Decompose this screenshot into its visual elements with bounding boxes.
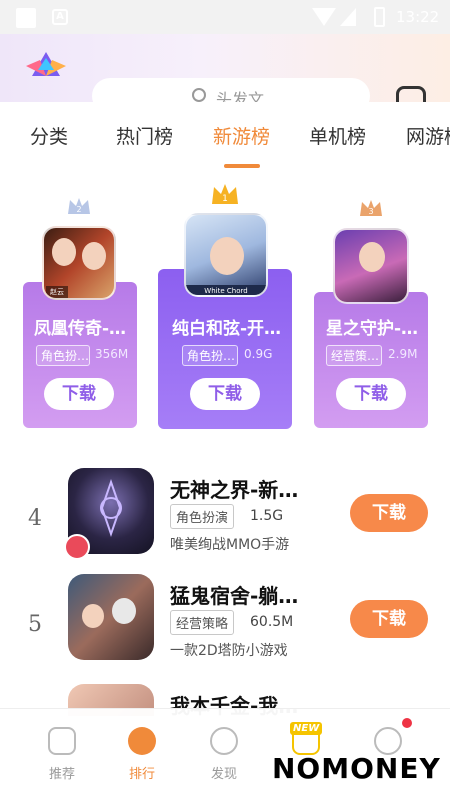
- podium-rank-1: 1: [222, 194, 228, 204]
- podium-size-1: 0.9G: [244, 347, 273, 361]
- wifi-icon: [312, 8, 336, 26]
- list-item[interactable]: 5 猛鬼宿舍-躺… 经营策略 60.5M 一款2D塔防小游戏 下载: [0, 568, 450, 676]
- a-icon: A: [52, 9, 68, 25]
- rank-icon: [128, 727, 156, 755]
- download-button[interactable]: 下载: [350, 600, 428, 638]
- battery-icon: [374, 7, 385, 27]
- game-icon[interactable]: [333, 228, 409, 304]
- watermark: NOMONEY: [272, 752, 441, 785]
- icon-caption: White Chord: [186, 285, 266, 295]
- app-logo-icon[interactable]: [26, 48, 66, 78]
- compass-icon: [210, 727, 238, 755]
- download-button[interactable]: 下载: [350, 494, 428, 532]
- podium-size-2: 356M: [95, 347, 129, 361]
- podium-rank-3: 3: [368, 207, 373, 216]
- game-description: 一款2D塔防小游戏: [170, 643, 288, 659]
- rank-tabs: 分类 热门榜 新游榜 单机榜 网游榜: [0, 102, 450, 162]
- notification-dot: [402, 718, 412, 728]
- file-size: 60.5M: [250, 614, 294, 630]
- gamepad-icon: [48, 727, 76, 755]
- podium-tag-1: 角色扮…: [182, 345, 238, 366]
- nav-discover[interactable]: 发现: [192, 727, 256, 782]
- file-size: 1.5G: [250, 508, 284, 524]
- notification-icon: [16, 8, 36, 28]
- gold-crown-icon: 1: [212, 184, 238, 204]
- signal-icon: [340, 8, 356, 26]
- download-button[interactable]: 下载: [44, 378, 114, 410]
- podium-title-3: 星之守护-…: [326, 319, 419, 339]
- nav-recommend[interactable]: 推荐: [30, 727, 94, 782]
- rank-number: 5: [28, 612, 42, 637]
- tab-indicator: [224, 164, 260, 168]
- nav-label: 排行: [128, 767, 155, 782]
- icon-caption: 赵云: [46, 286, 68, 298]
- download-button[interactable]: 下载: [190, 378, 260, 410]
- gift-icon: [64, 534, 90, 560]
- nav-ranking[interactable]: 排行: [110, 727, 174, 782]
- genre-tag: 角色扮演: [170, 504, 235, 529]
- game-icon[interactable]: White Chord: [184, 213, 268, 297]
- nav-label: 推荐: [48, 767, 75, 782]
- bronze-crown-icon: 3: [360, 200, 382, 216]
- new-badge: NEW: [290, 722, 323, 735]
- podium-rank-2: 2: [76, 205, 81, 214]
- podium-title-1: 纯白和弦-开…: [172, 319, 282, 339]
- game-icon[interactable]: 赵云: [42, 226, 116, 300]
- podium-title-2: 凤凰传奇-…: [34, 319, 127, 339]
- tab-single[interactable]: 单机榜: [309, 122, 366, 149]
- status-time: 13:22: [396, 8, 440, 26]
- game-description: 唯美绚战MMO手游: [170, 537, 290, 553]
- status-bar: A 13:22: [0, 0, 450, 34]
- genre-tag: 经营策略: [170, 610, 235, 635]
- podium-tag-3: 经营策…: [326, 345, 382, 366]
- rank-number: 4: [28, 506, 42, 531]
- tab-category[interactable]: 分类: [30, 122, 68, 149]
- message-icon: [374, 727, 402, 755]
- nav-message[interactable]: [356, 727, 420, 755]
- nav-label: 发现: [210, 767, 237, 782]
- silver-crown-icon: 2: [68, 198, 90, 214]
- download-button[interactable]: 下载: [336, 378, 406, 410]
- tab-new[interactable]: 新游榜: [213, 122, 270, 149]
- tab-hot[interactable]: 热门榜: [116, 122, 173, 149]
- podium-size-3: 2.9M: [388, 347, 418, 361]
- podium-tag-2: 角色扮…: [36, 345, 90, 366]
- game-title: 猛鬼宿舍-躺…: [170, 584, 299, 608]
- tab-online[interactable]: 网游榜: [406, 122, 450, 149]
- game-icon[interactable]: [68, 574, 154, 660]
- search-icon: [192, 88, 206, 102]
- game-title: 无神之界-新…: [170, 478, 299, 502]
